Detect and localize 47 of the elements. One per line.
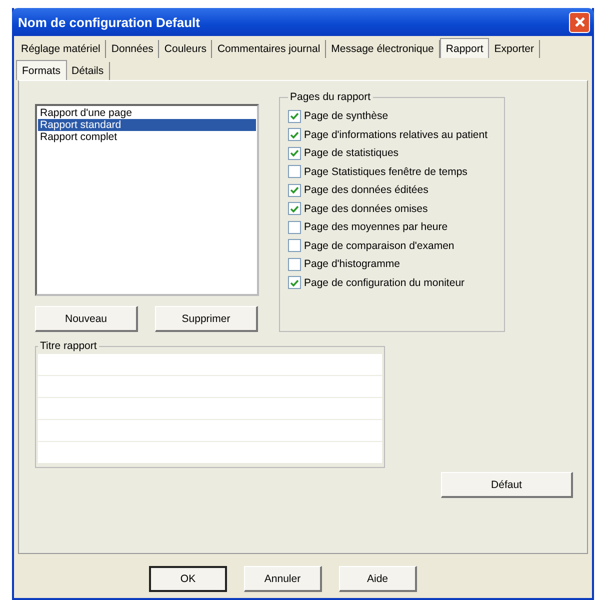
checkbox-label: Page d'informations relatives au patient [304, 128, 488, 141]
checkbox[interactable] [288, 258, 301, 271]
input-field[interactable] [38, 442, 382, 463]
input-field[interactable] [38, 354, 382, 375]
checkbox[interactable] [288, 165, 301, 178]
checkbox[interactable] [288, 146, 301, 160]
check-icon [290, 130, 299, 139]
checkbox-label: Page d'histogramme [304, 258, 400, 270]
checkbox-label: Page de configuration du moniteur [304, 276, 465, 289]
list-button[interactable]: Supprimer [155, 306, 258, 332]
checkbox-label: Page des données éditées [304, 184, 428, 196]
list-button[interactable]: Nouveau [35, 306, 138, 332]
tab[interactable]: Rapport [440, 38, 490, 58]
dialog-button[interactable]: Annuler [244, 566, 322, 592]
checkbox-label: Page de synthèse [304, 110, 388, 122]
checkbox-label: Page Statistiques fenêtre de temps [304, 166, 468, 178]
checkbox[interactable] [288, 202, 301, 216]
default-button[interactable]: Défaut [441, 472, 573, 498]
check-icon [290, 278, 299, 287]
checkbox-label: Page de statistiques [304, 147, 399, 160]
checkbox-label: Page de comparaison d'examen [304, 240, 454, 252]
checkbox[interactable] [288, 220, 301, 234]
close-button[interactable] [569, 12, 590, 32]
tab[interactable]: Formats [16, 60, 67, 80]
check-icon [290, 149, 299, 158]
checkbox-label: Page des moyennes par heure [304, 221, 448, 234]
close-icon [574, 16, 586, 28]
dialog-button[interactable]: OK [149, 566, 227, 592]
checkbox-label: Page des données omises [304, 202, 428, 215]
check-icon [290, 186, 299, 194]
checkbox[interactable] [288, 276, 301, 290]
list-item[interactable]: Rapport d'une page [38, 107, 256, 119]
check-icon [290, 204, 299, 213]
checkbox[interactable] [288, 110, 301, 123]
window-title: Nom de configuration Default [18, 14, 200, 30]
input-field[interactable] [38, 420, 382, 441]
group-title: Titre rapport [39, 340, 98, 352]
group-title: Pages du rapport [289, 91, 372, 103]
list-item[interactable]: Rapport complet [38, 131, 256, 143]
checkbox[interactable] [288, 128, 301, 142]
input-field[interactable] [38, 398, 382, 419]
check-icon [290, 112, 299, 120]
list-item[interactable]: Rapport standard [38, 119, 256, 131]
checkbox[interactable] [288, 239, 301, 252]
checkbox[interactable] [288, 184, 301, 197]
input-field[interactable] [38, 376, 382, 397]
dialog-button[interactable]: Aide [339, 566, 417, 592]
